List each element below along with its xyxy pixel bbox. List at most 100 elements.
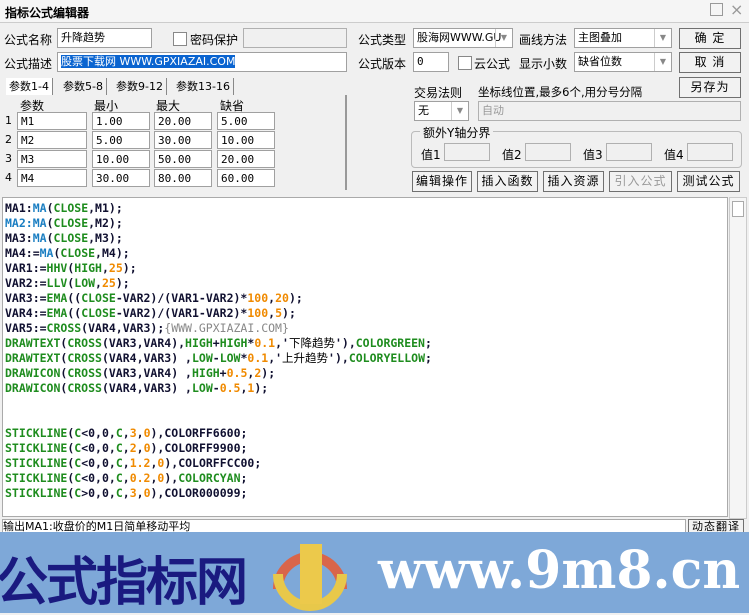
param-default-input[interactable]: 60.00 <box>217 169 275 187</box>
code-token: 100 <box>247 291 269 305</box>
password-checkbox[interactable] <box>173 32 187 46</box>
tab-params-13-16[interactable]: 参数13-16 <box>173 78 234 95</box>
param-name-input[interactable]: M1 <box>17 112 87 130</box>
code-token: LOW <box>191 351 213 365</box>
translate-button[interactable]: 动态翻译 <box>688 519 744 533</box>
code-token: C <box>115 471 123 485</box>
ok-button[interactable]: 确 定 <box>679 28 741 49</box>
code-line: MA3:MA(CLOSE,M3); <box>5 231 725 246</box>
code-token: ); <box>122 261 137 275</box>
code-token: STICKLINE <box>5 441 68 455</box>
name-input[interactable]: 升降趋势 <box>57 28 152 48</box>
cloud-checkbox[interactable] <box>458 56 472 70</box>
param-default-input[interactable]: 5.00 <box>217 112 275 130</box>
code-token: ),COLORFF6600; <box>150 426 248 440</box>
code-token: COLORYELLOW <box>348 351 425 365</box>
code-token: C <box>115 426 123 440</box>
insert-function-button[interactable]: 插入函数 <box>477 171 538 192</box>
code-token: C <box>115 486 123 500</box>
code-token: LOW <box>191 381 213 395</box>
code-token: 0.2 <box>129 471 151 485</box>
password-input[interactable] <box>243 28 347 48</box>
row-index: 1 <box>5 114 12 127</box>
code-scrollbar[interactable] <box>729 197 747 519</box>
code-token: CLOSE <box>81 291 116 305</box>
title-bar: 指标公式编辑器 × <box>0 0 749 23</box>
code-token: VAR5:= <box>5 321 47 335</box>
code-token: - <box>212 381 220 395</box>
code-editor[interactable]: MA1:MA(CLOSE,M1); MA2:MA(CLOSE,M2); MA3:MA… <box>2 197 728 517</box>
param-max-input[interactable]: 30.00 <box>154 131 212 149</box>
code-token: 0 <box>143 426 151 440</box>
value3-input[interactable] <box>606 143 652 161</box>
cancel-button[interactable]: 取 消 <box>679 52 741 73</box>
code-token: MA <box>32 201 47 215</box>
row-index: 2 <box>5 133 12 146</box>
param-max-input[interactable]: 20.00 <box>154 112 212 130</box>
decimal-select[interactable]: 缺省位数 ▼ <box>574 52 672 72</box>
desc-input[interactable]: 股票下载网 WWW.GPXIAZAI.COM <box>57 52 347 72</box>
code-token: VAR4:= <box>5 306 47 320</box>
param-name-input[interactable]: M3 <box>17 150 87 168</box>
value4-label: 值4 <box>664 148 684 162</box>
version-input[interactable]: 0 <box>413 52 449 72</box>
code-line: STICKLINE(C<0,0,C,1.2,0),COLORFFCC00; <box>5 456 725 471</box>
code-token: STICKLINE <box>5 486 68 500</box>
edit-button[interactable]: 编辑操作 <box>412 171 472 192</box>
code-token: LLV <box>46 276 68 290</box>
test-formula-button[interactable]: 测试公式 <box>677 171 740 192</box>
code-token: LOW <box>74 276 96 290</box>
type-select[interactable]: 股海网WWW.GU ▼ <box>413 28 513 48</box>
param-max-input[interactable]: 80.00 <box>154 169 212 187</box>
tab-params-1-4[interactable]: 参数1-4 <box>6 78 53 95</box>
param-max-input[interactable]: 50.00 <box>154 150 212 168</box>
code-token: 下降趋势 <box>288 336 335 350</box>
code-token: , <box>122 441 130 455</box>
param-min-input[interactable]: 5.00 <box>92 131 150 149</box>
param-min-input[interactable]: 30.00 <box>92 169 150 187</box>
code-token: , <box>122 456 130 470</box>
code-token: ; <box>240 471 248 485</box>
chevron-down-icon: ▼ <box>654 53 671 71</box>
param-min-input[interactable]: 1.00 <box>92 112 150 130</box>
code-token: C <box>115 441 123 455</box>
import-formula-button[interactable]: 引入公式 <box>609 171 672 192</box>
tab-params-9-12[interactable]: 参数9-12 <box>113 78 167 95</box>
value2-input[interactable] <box>525 143 571 161</box>
param-default-input[interactable]: 20.00 <box>217 150 275 168</box>
axis-input[interactable]: 自动 <box>478 101 741 121</box>
chevron-down-icon: ▼ <box>451 102 468 120</box>
param-min-input[interactable]: 10.00 <box>92 150 150 168</box>
code-token: STICKLINE <box>5 426 68 440</box>
code-token: 20 <box>275 291 289 305</box>
code-token: , <box>122 471 130 485</box>
code-token: CLOSE <box>53 216 89 230</box>
code-line: VAR4:=EMA((CLOSE-VAR2)/(VAR1-VAR2)*100,5… <box>5 306 725 321</box>
watermark-logo <box>273 544 347 611</box>
code-token: 0 <box>143 486 151 500</box>
scrollbar-thumb[interactable] <box>732 201 744 217</box>
code-token: (VAR4,VAR3); <box>81 321 165 335</box>
code-token: , <box>101 261 109 275</box>
param-name-input[interactable]: M2 <box>17 131 87 149</box>
trade-select[interactable]: 无 ▼ <box>414 101 469 121</box>
value1-input[interactable] <box>444 143 490 161</box>
code-token: COLORCYAN <box>178 471 241 485</box>
value4-input[interactable] <box>687 143 733 161</box>
code-token: CLOSE <box>60 246 96 260</box>
save-as-button[interactable]: 另存为 <box>679 77 741 98</box>
code-token: , <box>136 426 144 440</box>
close-button[interactable]: × <box>730 0 743 19</box>
param-name-input[interactable]: M4 <box>17 169 87 187</box>
code-token: CLOSE <box>81 306 116 320</box>
code-token: MA3: <box>5 231 33 245</box>
param-default-input[interactable]: 10.00 <box>217 131 275 149</box>
code-token: (VAR4,VAR3) , <box>101 381 192 395</box>
draw-select[interactable]: 主图叠加 ▼ <box>574 28 672 48</box>
tab-params-5-8[interactable]: 参数5-8 <box>60 78 107 95</box>
maximize-button[interactable] <box>710 3 723 16</box>
insert-resource-button[interactable]: 插入资源 <box>543 171 604 192</box>
code-token: 25 <box>108 261 123 275</box>
